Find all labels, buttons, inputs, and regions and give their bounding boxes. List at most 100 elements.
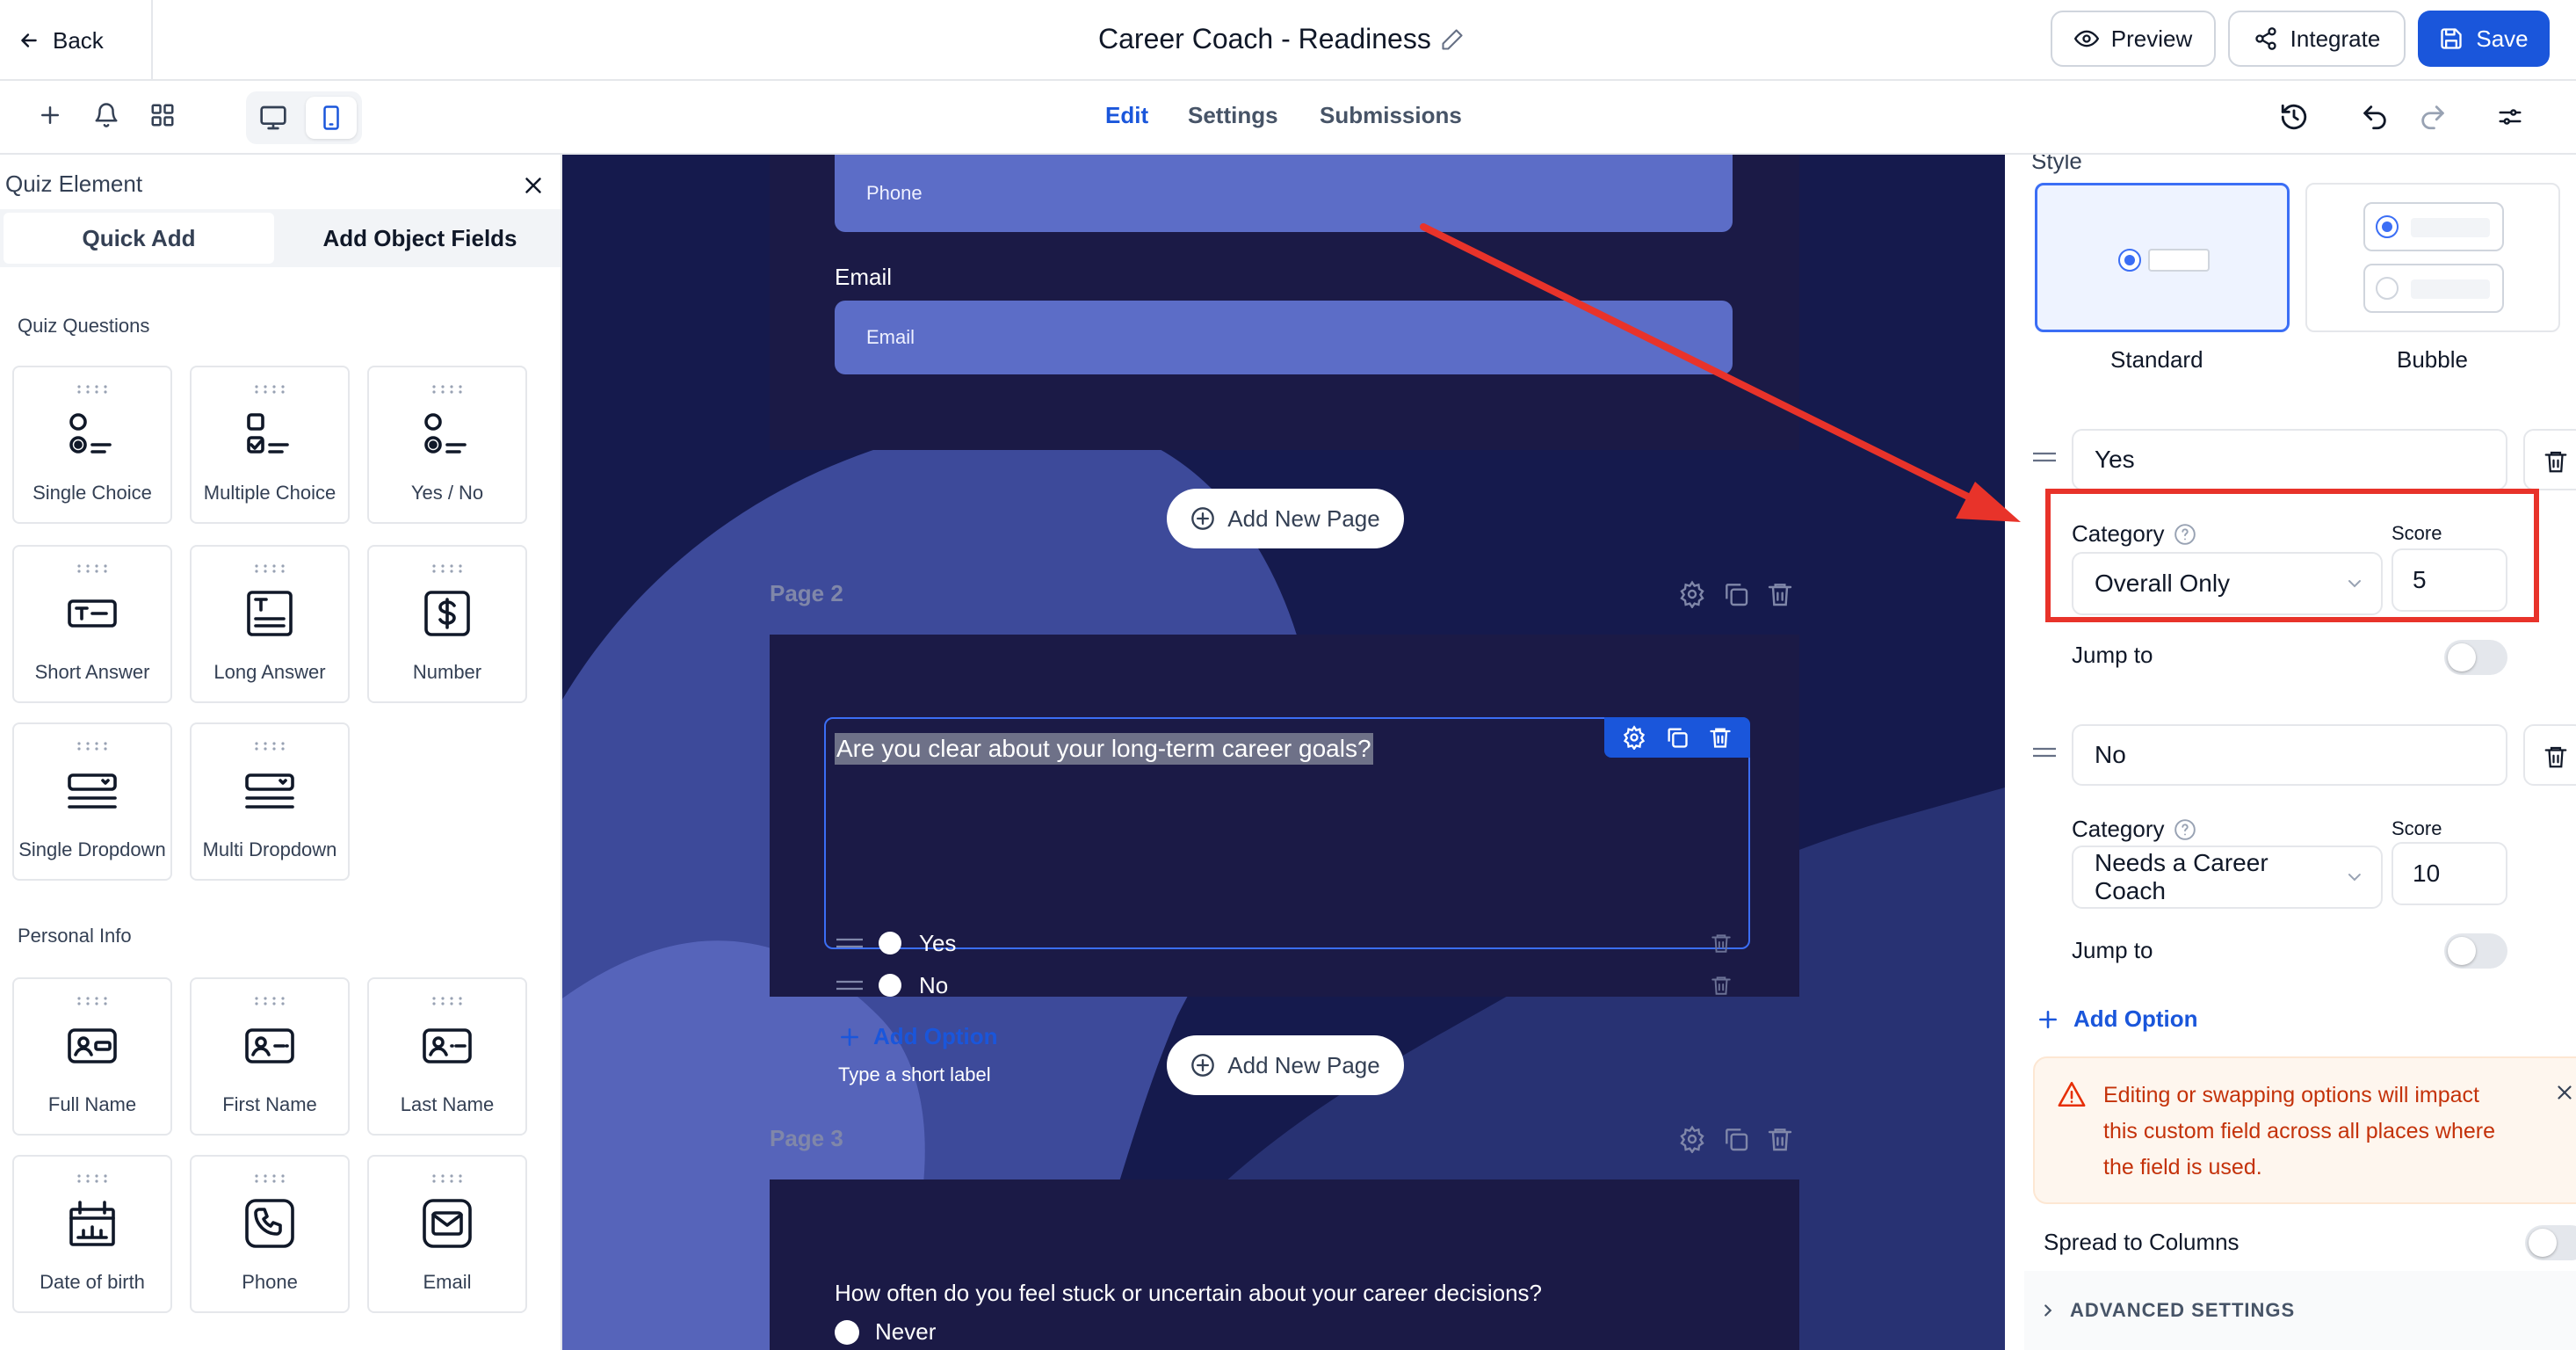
jump-to-toggle[interactable] bbox=[2444, 933, 2507, 969]
element-single-choice[interactable]: Single Choice bbox=[12, 366, 172, 524]
drag-grip-icon bbox=[77, 1174, 107, 1183]
element-multi-dropdown[interactable]: Multi Dropdown bbox=[190, 722, 350, 881]
element-number[interactable]: Number bbox=[367, 545, 527, 703]
chevron-right-icon bbox=[2044, 1304, 2052, 1317]
tab-edit[interactable]: Edit bbox=[1105, 102, 1148, 129]
element-short-answer[interactable]: Short Answer bbox=[12, 545, 172, 703]
mobile-toggle-active[interactable] bbox=[306, 97, 357, 139]
element-yes-no[interactable]: Yes / No bbox=[367, 366, 527, 524]
element-phone[interactable]: Phone bbox=[190, 1155, 350, 1313]
option-value-input[interactable]: No bbox=[2072, 724, 2507, 786]
score-input[interactable]: 10 bbox=[2391, 842, 2507, 905]
add-option-link[interactable]: Add Option bbox=[2037, 1005, 2198, 1033]
email-input[interactable]: Email bbox=[835, 301, 1733, 374]
jump-to-toggle[interactable] bbox=[2444, 640, 2507, 675]
sliders-icon[interactable] bbox=[2497, 104, 2523, 130]
gear-icon[interactable] bbox=[1622, 725, 1646, 750]
element-label: Single Choice bbox=[33, 482, 152, 504]
element-full-name[interactable]: Full Name bbox=[12, 977, 172, 1136]
spread-toggle[interactable] bbox=[2525, 1225, 2576, 1260]
plus-icon bbox=[2039, 1010, 2057, 1028]
help-icon[interactable] bbox=[2174, 818, 2196, 841]
phone-input[interactable]: Phone bbox=[835, 155, 1733, 232]
tab-settings[interactable]: Settings bbox=[1188, 102, 1278, 129]
option-value: Yes bbox=[2095, 446, 2135, 473]
page3-actions bbox=[1678, 1125, 1794, 1153]
phone-placeholder: Phone bbox=[866, 182, 923, 204]
save-button[interactable]: Save bbox=[2418, 11, 2550, 67]
drag-grip-icon bbox=[77, 997, 107, 1005]
trash-icon[interactable] bbox=[1708, 725, 1733, 750]
advanced-settings-row[interactable]: ADVANCED SETTINGS bbox=[2024, 1271, 2576, 1350]
element-multiple-choice[interactable]: Multiple Choice bbox=[190, 366, 350, 524]
tab-add-object-fields[interactable]: Add Object Fields bbox=[281, 213, 559, 264]
close-icon[interactable] bbox=[520, 172, 546, 199]
tab-submissions[interactable]: Submissions bbox=[1320, 102, 1462, 129]
copy-icon[interactable] bbox=[1722, 580, 1750, 608]
delete-option-button[interactable] bbox=[2523, 429, 2576, 490]
bell-icon[interactable] bbox=[93, 102, 119, 128]
copy-icon[interactable] bbox=[1665, 725, 1690, 750]
drag-grip-icon bbox=[77, 385, 107, 394]
gear-icon[interactable] bbox=[1678, 580, 1706, 608]
hint-text: Type a short label bbox=[838, 1063, 991, 1085]
category-select[interactable]: Needs a Career Coach bbox=[2072, 846, 2383, 909]
element-date-of-birth[interactable]: Date of birth bbox=[12, 1155, 172, 1313]
element-long-answer[interactable]: Long Answer bbox=[190, 545, 350, 703]
question-text[interactable]: Are you clear about your long-term caree… bbox=[835, 733, 1373, 765]
trash-icon[interactable] bbox=[1766, 580, 1794, 608]
redo-icon[interactable] bbox=[2418, 102, 2448, 132]
tab-settings-label: Settings bbox=[1188, 102, 1278, 128]
trash-icon[interactable] bbox=[1710, 974, 1733, 997]
element-first-name[interactable]: First Name bbox=[190, 977, 350, 1136]
tab-submissions-label: Submissions bbox=[1320, 102, 1462, 128]
gear-icon[interactable] bbox=[1678, 1125, 1706, 1153]
element-label: Number bbox=[412, 661, 482, 683]
form-title[interactable]: Career Coach - Readiness bbox=[1098, 23, 1465, 55]
style-option-standard[interactable] bbox=[2035, 183, 2290, 332]
element-email[interactable]: Email bbox=[367, 1155, 527, 1313]
style-option-bubble[interactable] bbox=[2305, 183, 2560, 332]
close-icon[interactable] bbox=[2553, 1081, 2576, 1104]
tab-bar: Quick Add Add Object Fields bbox=[0, 209, 561, 267]
trash-icon[interactable] bbox=[1766, 1125, 1794, 1153]
plus-icon[interactable] bbox=[37, 102, 63, 128]
preview-button[interactable]: Preview bbox=[2051, 11, 2216, 67]
radio-never[interactable] bbox=[835, 1320, 859, 1345]
pencil-icon[interactable] bbox=[1440, 27, 1465, 52]
add-option-link[interactable]: Add Option bbox=[838, 1023, 998, 1050]
tab-quick-add[interactable]: Quick Add bbox=[4, 213, 274, 264]
option-bar bbox=[2148, 249, 2210, 272]
yes-no-icon bbox=[424, 413, 467, 454]
grid-icon[interactable] bbox=[149, 102, 176, 128]
element-single-dropdown[interactable]: Single Dropdown bbox=[12, 722, 172, 881]
element-last-name[interactable]: Last Name bbox=[367, 977, 527, 1136]
trash-icon[interactable] bbox=[1710, 932, 1733, 954]
add-new-page-label: Add New Page bbox=[1227, 504, 1380, 532]
undo-icon[interactable] bbox=[2360, 102, 2390, 132]
delete-option-button[interactable] bbox=[2523, 724, 2576, 786]
drag-handle-icon[interactable] bbox=[2033, 448, 2056, 466]
jump-to-label: Jump to bbox=[2072, 642, 2153, 668]
tab-quick-add-label: Quick Add bbox=[82, 224, 196, 251]
drag-handle-icon[interactable] bbox=[836, 976, 863, 995]
chevron-down-icon bbox=[2348, 874, 2362, 882]
add-new-page-button[interactable]: Add New Page bbox=[1167, 489, 1404, 548]
integrate-button[interactable]: Integrate bbox=[2228, 11, 2406, 67]
email-label: Email bbox=[835, 264, 893, 290]
history-icon[interactable] bbox=[2279, 102, 2309, 132]
copy-icon[interactable] bbox=[1722, 1125, 1750, 1153]
drag-handle-icon[interactable] bbox=[2033, 744, 2056, 761]
add-new-page-button[interactable]: Add New Page bbox=[1167, 1035, 1404, 1095]
drag-grip-icon bbox=[432, 385, 462, 394]
radio-no[interactable] bbox=[879, 974, 901, 997]
drag-handle-icon[interactable] bbox=[836, 933, 863, 953]
radio-yes[interactable] bbox=[879, 932, 901, 954]
option-value-input[interactable]: Yes bbox=[2072, 429, 2507, 490]
warning-text: Editing or swapping options will impact … bbox=[2103, 1083, 2496, 1179]
bubble-row-selected bbox=[2363, 202, 2504, 251]
annotation-highlight-box bbox=[2045, 489, 2539, 622]
back-label: Back bbox=[53, 26, 104, 54]
desktop-icon[interactable] bbox=[258, 104, 288, 132]
back-button[interactable]: Back bbox=[18, 23, 104, 58]
